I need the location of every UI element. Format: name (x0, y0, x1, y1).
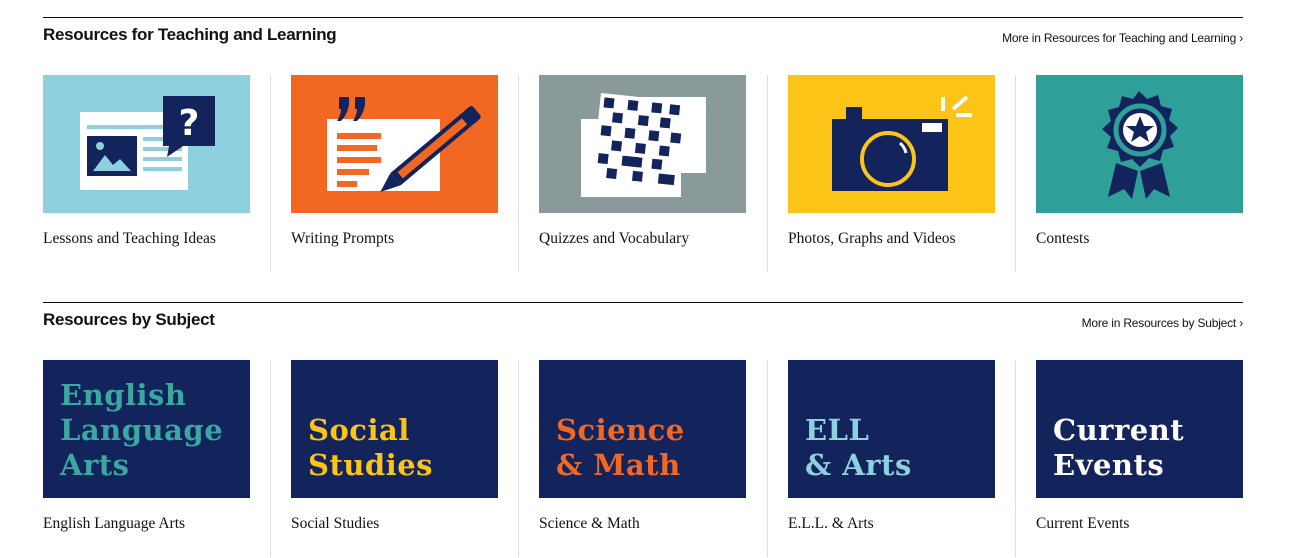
english-language-arts-art: English Language Arts (43, 360, 250, 498)
card-social-studies[interactable]: Social Studies Social Studies (291, 360, 498, 557)
svg-text:Science: Science (556, 413, 685, 447)
award-ribbon-icon (1036, 75, 1243, 213)
card-english-language-arts[interactable]: English Language Arts English Language A… (43, 360, 250, 557)
divider (767, 360, 768, 557)
section-header: Resources for Teaching and Learning More… (43, 18, 1243, 58)
card-label: Social Studies (291, 515, 380, 532)
divider (1015, 360, 1016, 557)
svg-text:Arts: Arts (59, 448, 130, 482)
more-teaching-link[interactable]: More in Resources for Teaching and Learn… (1002, 31, 1243, 45)
divider (1015, 75, 1016, 272)
writing-pencil-icon (291, 75, 498, 213)
card-photos[interactable]: Photos, Graphs and Videos (788, 75, 995, 272)
card-label: E.L.L. & Arts (788, 515, 874, 532)
svg-text:& Arts: & Arts (805, 448, 912, 482)
svg-text:ELL: ELL (805, 413, 869, 447)
social-studies-art: Social Studies (291, 360, 498, 498)
teaching-section: Resources for Teaching and Learning More… (43, 17, 1243, 272)
card-contests[interactable]: Contests (1036, 75, 1243, 272)
card-label: Current Events (1036, 515, 1130, 532)
card-label: Lessons and Teaching Ideas (43, 230, 216, 247)
teaching-cards: ? Lessons and Teaching Ideas Writing Pro… (43, 75, 1243, 272)
more-subjects-link[interactable]: More in Resources by Subject › (1082, 316, 1244, 330)
ell-arts-art: ELL & Arts (788, 360, 995, 498)
svg-text:Studies: Studies (308, 448, 433, 482)
svg-text:English: English (60, 378, 186, 412)
card-label: Science & Math (539, 515, 640, 532)
divider (270, 75, 271, 272)
card-label: Photos, Graphs and Videos (788, 230, 956, 247)
svg-text:Current: Current (1053, 413, 1184, 447)
card-writing-prompts[interactable]: Writing Prompts (291, 75, 498, 272)
divider (518, 75, 519, 272)
divider (767, 75, 768, 272)
card-label: English Language Arts (43, 515, 186, 532)
card-label: Quizzes and Vocabulary (539, 230, 690, 247)
divider (270, 360, 271, 557)
svg-text:?: ? (179, 103, 200, 144)
crossword-icon (539, 75, 746, 213)
svg-text:Social: Social (308, 413, 410, 447)
subject-cards: English Language Arts English Language A… (43, 360, 1243, 557)
svg-text:Language: Language (60, 413, 223, 447)
card-ell-arts[interactable]: ELL & Arts E.L.L. & Arts (788, 360, 995, 557)
lesson-document-icon: ? (43, 75, 250, 213)
svg-text:& Math: & Math (556, 448, 681, 482)
svg-text:Events: Events (1053, 448, 1164, 482)
card-label: Contests (1036, 230, 1090, 247)
section-title: Resources for Teaching and Learning (43, 25, 337, 44)
card-label: Writing Prompts (291, 230, 395, 247)
divider (518, 360, 519, 557)
camera-icon (788, 75, 995, 213)
card-current-events[interactable]: Current Events Current Events (1036, 360, 1243, 557)
science-math-art: Science & Math (539, 360, 746, 498)
section-header: Resources by Subject More in Resources b… (43, 303, 1243, 343)
current-events-art: Current Events (1036, 360, 1243, 498)
section-title: Resources by Subject (43, 310, 215, 329)
card-quizzes[interactable]: Quizzes and Vocabulary (539, 75, 746, 272)
card-science-math[interactable]: Science & Math Science & Math (539, 360, 746, 557)
subjects-section: Resources by Subject More in Resources b… (43, 302, 1243, 557)
card-lessons[interactable]: ? Lessons and Teaching Ideas (43, 75, 250, 272)
